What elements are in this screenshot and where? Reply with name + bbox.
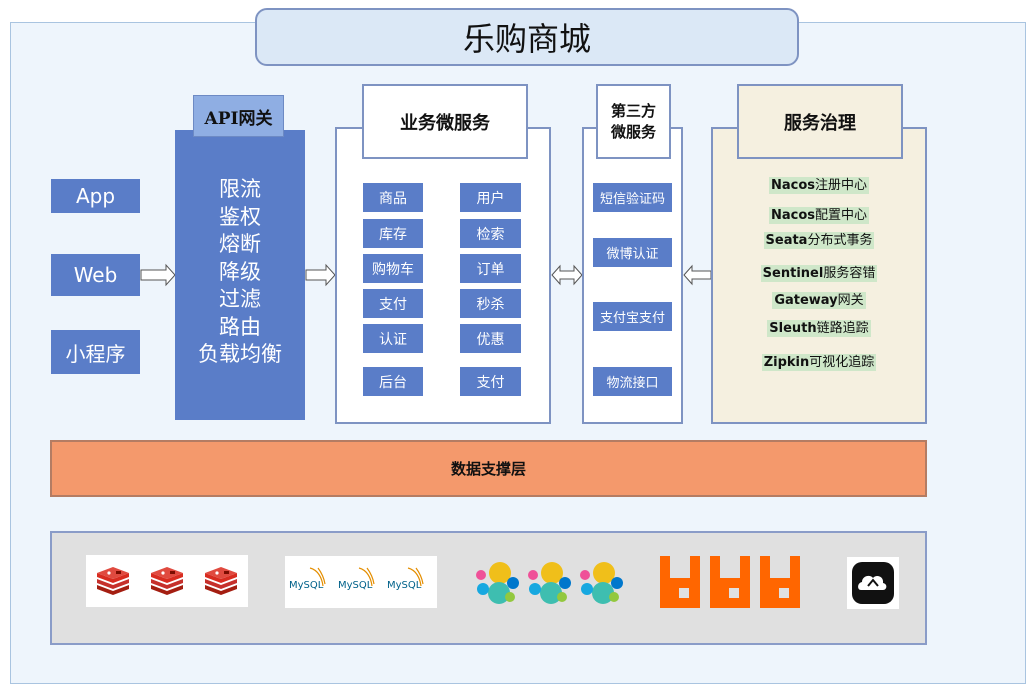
gateway-item: 负载均衡 <box>198 342 282 366</box>
elasticsearch-icon <box>476 562 623 604</box>
service-order: 订单 <box>460 254 521 283</box>
governance-item-name: Nacos <box>770 178 815 193</box>
governance-item: Sentinel服务容错 <box>713 262 925 282</box>
governance-item-name: Zipkin <box>763 355 810 370</box>
gateway-function-list: 限流 鉴权 熔断 降级 过滤 路由 负载均衡 <box>175 176 305 369</box>
gateway-item: 降级 <box>219 259 261 284</box>
governance-item-desc: 可视化追踪 <box>809 355 875 370</box>
gateway-item: 鉴权 <box>219 204 261 229</box>
service-product: 商品 <box>363 183 423 212</box>
service-sms-code: 短信验证码 <box>593 183 672 212</box>
governance-item-name: Seata <box>765 233 808 248</box>
governance-item-desc: 分布式事务 <box>807 233 873 248</box>
api-gateway-panel: 限流 鉴权 熔断 降级 过滤 路由 负载均衡 <box>175 130 305 420</box>
service-admin: 后台 <box>363 367 423 396</box>
redis-logo <box>97 567 237 595</box>
mysql-label: MySQL <box>387 580 422 591</box>
rabbitmq-logo <box>660 556 800 608</box>
governance-item-desc: 注册中心 <box>815 178 868 193</box>
governance-item-desc: 网关 <box>837 293 864 308</box>
service-auth: 认证 <box>363 324 423 353</box>
governance-item-desc: 服务容错 <box>823 266 876 281</box>
governance-item-name: Nacos <box>770 208 815 223</box>
service-governance-panel: Nacos注册中心 Nacos配置中心 Seata分布式事务 Sentinel服… <box>711 127 927 424</box>
governance-item: Sleuth链路追踪 <box>713 317 925 337</box>
third-party-services-title: 第三方 微服务 <box>596 84 671 159</box>
governance-item: Nacos配置中心 <box>713 204 925 224</box>
cloud-storage-icon <box>847 557 899 609</box>
governance-item-name: Sleuth <box>769 321 817 336</box>
mysql-label: MySQL <box>338 580 373 591</box>
governance-item: Nacos注册中心 <box>713 174 925 194</box>
governance-item: Seata分布式事务 <box>713 229 925 249</box>
service-coupon: 优惠 <box>460 324 521 353</box>
service-flash-sale: 秒杀 <box>460 289 521 318</box>
service-weibo-auth: 微博认证 <box>593 238 672 267</box>
third-party-title-line1: 第三方 <box>610 101 656 120</box>
service-payment: 支付 <box>363 289 423 318</box>
data-support-layer: 数据支撑层 <box>50 440 927 497</box>
gateway-item: 熔断 <box>219 232 261 256</box>
arrow-clients-to-gateway <box>140 263 176 287</box>
service-logistics: 物流接口 <box>593 367 672 396</box>
business-services-title: 业务微服务 <box>362 84 528 159</box>
governance-item-desc: 配置中心 <box>815 208 868 223</box>
mysql-icon: MySQL MySQL MySQL <box>285 556 437 608</box>
rabbitmq-icon <box>660 556 800 608</box>
elasticsearch-logo <box>476 562 623 604</box>
mysql-label: MySQL <box>289 580 324 591</box>
governance-item: Zipkin可视化追踪 <box>713 351 925 371</box>
service-inventory: 库存 <box>363 219 423 248</box>
governance-item-name: Gateway <box>774 293 838 308</box>
arrow-gateway-to-business <box>305 263 336 287</box>
third-party-title-line2: 微服务 <box>610 122 656 141</box>
governance-item-desc: 链路追踪 <box>816 321 869 336</box>
service-cart: 购物车 <box>363 254 423 283</box>
service-payment-2: 支付 <box>460 367 521 396</box>
api-gateway-title: API网关 <box>193 95 284 137</box>
service-alipay: 支付宝支付 <box>593 302 672 331</box>
gateway-item: 过滤 <box>219 287 261 311</box>
redis-icon <box>86 555 248 607</box>
service-governance-title: 服务治理 <box>737 84 903 159</box>
gateway-item: 路由 <box>219 314 261 339</box>
arrow-business-third-party <box>551 264 583 286</box>
service-user: 用户 <box>460 183 521 212</box>
governance-item-name: Sentinel <box>762 266 824 281</box>
arrow-governance-to-third-party <box>683 264 712 286</box>
governance-item: Gateway网关 <box>713 289 925 309</box>
service-search: 检索 <box>460 219 521 248</box>
gateway-item: 限流 <box>219 177 261 201</box>
